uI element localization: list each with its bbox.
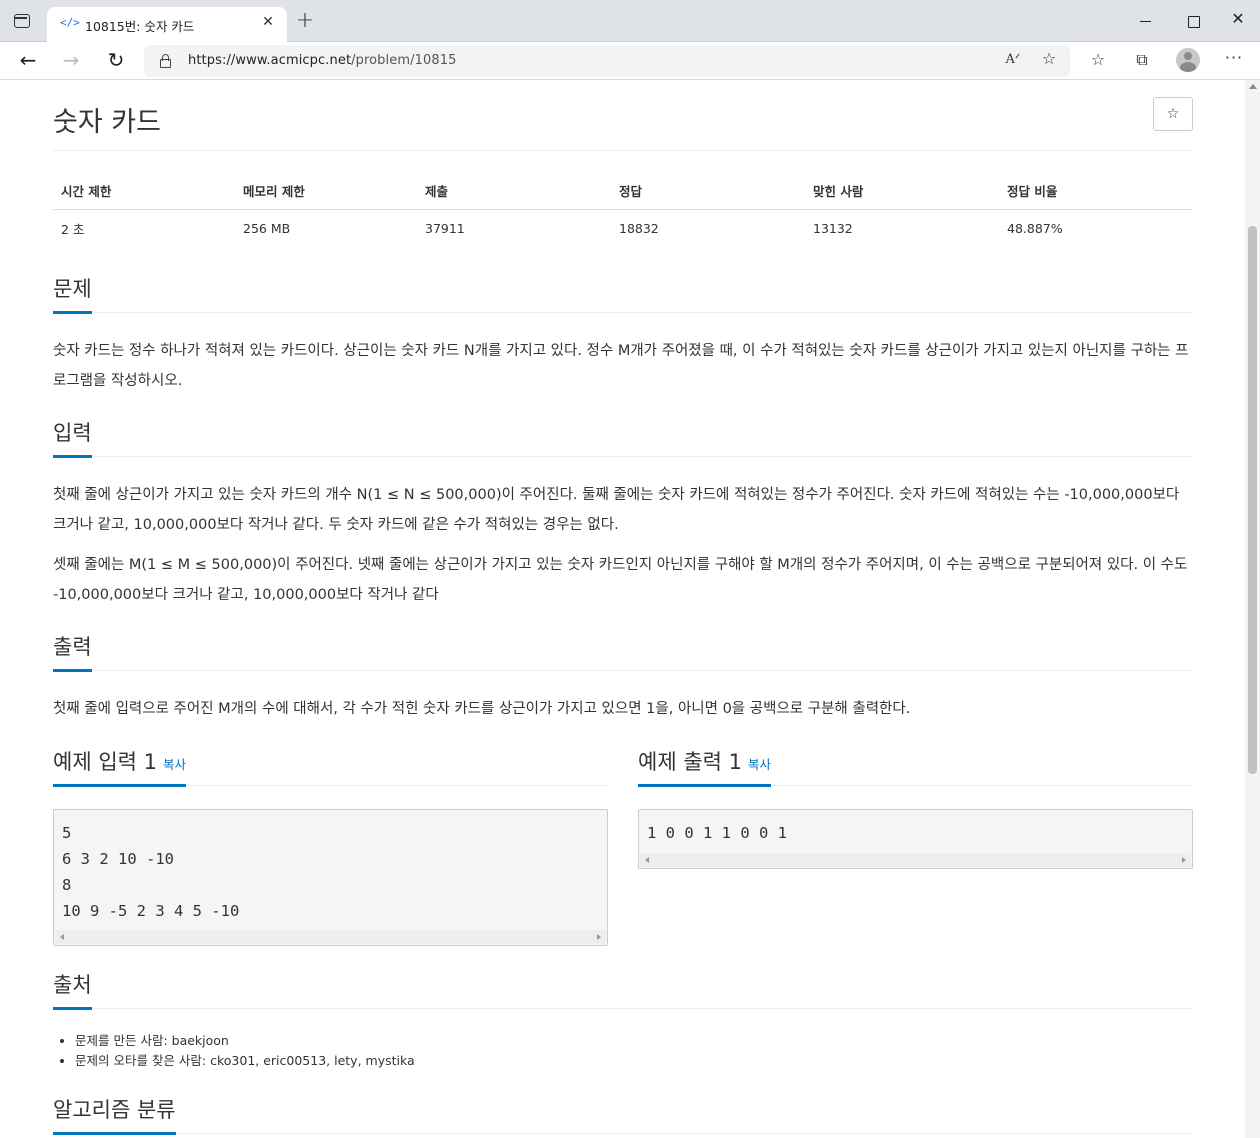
forward-arrow-icon[interactable]: →: [58, 48, 84, 74]
copy-sample-output-link[interactable]: 복사: [748, 757, 771, 772]
description-text: 숫자 카드는 정수 하나가 적혀져 있는 카드이다. 상근이는 숫자 카드 N개…: [53, 343, 1189, 389]
source-list: 문제를 만든 사람: baekjoon 문제의 오타를 찾은 사람: cko30…: [75, 1031, 415, 1071]
back-arrow-icon[interactable]: ←: [15, 48, 41, 74]
title-divider: [53, 150, 1193, 151]
star-add-icon[interactable]: ☆: [1038, 49, 1060, 68]
algorithm-heading[interactable]: 알고리즘 분류: [53, 1094, 1193, 1135]
sample-input-title-text: 예제 입력 1: [53, 750, 157, 774]
url-host: https://www.acmicpc.net: [188, 53, 352, 68]
tab-active[interactable]: </> 10815번: 숫자 카드 ✕: [47, 7, 287, 42]
tab-title: 10815번: 숫자 카드: [85, 19, 195, 34]
sample-input-data[interactable]: 5 6 3 2 10 -10 8 10 9 -5 2 3 4 5 -10: [54, 810, 607, 924]
copy-sample-input-link[interactable]: 복사: [163, 757, 186, 772]
page-scrollbar[interactable]: [1245, 80, 1260, 1138]
info-header-time: 시간 제한: [53, 176, 235, 210]
input-text-1: 첫째 줄에 상근이가 가지고 있는 숫자 카드의 개수 N(1 ≤ N ≤ 50…: [53, 487, 1180, 533]
sample-output-title-text: 예제 출력 1: [638, 750, 742, 774]
sample-output-title: 예제 출력 1 복사: [638, 746, 772, 787]
info-header-memory: 메모리 제한: [235, 176, 417, 210]
input-title: 입력: [53, 417, 92, 458]
source-title: 출처: [53, 969, 92, 1010]
scroll-left-arrow-icon[interactable]: [645, 857, 649, 863]
reload-icon[interactable]: ↻: [103, 48, 129, 74]
sample-output-hscroll[interactable]: [640, 853, 1191, 867]
lock-icon[interactable]: [159, 54, 171, 68]
output-heading: 출력: [53, 631, 1193, 672]
input-text-2: 셋째 줄에는 M(1 ≤ M ≤ 500,000)이 주어진다. 넷째 줄에는 …: [53, 557, 1188, 603]
scroll-thumb[interactable]: [1248, 226, 1257, 774]
info-value-submissions: 37911: [425, 221, 465, 236]
sample-output-data[interactable]: 1 0 0 1 1 0 0 1: [639, 810, 1192, 846]
description-heading: 문제: [53, 273, 1193, 314]
info-value-memory: 256 MB: [243, 221, 291, 236]
sample-output-box[interactable]: 1 0 0 1 1 0 0 1: [638, 809, 1193, 869]
window-close-button[interactable]: ✕: [1227, 9, 1249, 31]
info-value-ratio: 48.887%: [1007, 221, 1063, 236]
browser-toolbar: ← → ↻ https://www.acmicpc.net/problem/10…: [0, 42, 1260, 80]
profile-avatar[interactable]: [1176, 48, 1200, 72]
collections-icon[interactable]: ⧉: [1130, 50, 1154, 70]
info-value-time: 2 초: [61, 222, 85, 237]
sample-input-heading: 예제 입력 1 복사: [53, 746, 608, 787]
sample-output-heading: 예제 출력 1 복사: [638, 746, 1193, 787]
scroll-left-arrow-icon[interactable]: [60, 934, 64, 940]
info-value-accepted: 18832: [619, 221, 659, 236]
star-button[interactable]: ☆: [1153, 97, 1193, 131]
source-heading: 출처: [53, 969, 1193, 1010]
sample-input-box[interactable]: 5 6 3 2 10 -10 8 10 9 -5 2 3 4 5 -10: [53, 809, 608, 946]
info-header-submissions: 제출: [417, 176, 611, 210]
output-title: 출력: [53, 631, 92, 672]
browser-tab-bar: </> 10815번: 숫자 카드 ✕ + ✕: [0, 0, 1260, 42]
info-value-solvers: 13132: [813, 221, 853, 236]
sample-input-title: 예제 입력 1 복사: [53, 746, 187, 787]
list-item: 문제의 오타를 찾은 사람: cko301, eric00513, lety, …: [75, 1051, 415, 1071]
problem-info-table: 시간 제한 메모리 제한 제출 정답 맞힌 사람 정답 비율 2 초 256 M…: [53, 176, 1193, 247]
favorites-icon[interactable]: ☆: [1086, 50, 1110, 69]
new-tab-button[interactable]: +: [294, 10, 316, 32]
tab-actions-icon[interactable]: [14, 14, 30, 28]
output-text: 첫째 줄에 입력으로 주어진 M개의 수에 대해서, 각 수가 적힌 숫자 카드…: [53, 701, 911, 717]
scroll-up-arrow-icon[interactable]: [1249, 84, 1257, 89]
url-path: /problem/10815: [351, 53, 457, 68]
algorithm-title[interactable]: 알고리즘 분류: [53, 1094, 176, 1135]
close-icon[interactable]: ✕: [259, 14, 277, 30]
scroll-right-arrow-icon[interactable]: [597, 934, 601, 940]
more-icon[interactable]: ···: [1222, 48, 1246, 67]
description-title: 문제: [53, 273, 92, 314]
info-header-accepted: 정답: [611, 176, 805, 210]
page-title: 숫자 카드: [53, 107, 161, 138]
minimize-button[interactable]: [1135, 10, 1157, 32]
sample-input-hscroll[interactable]: [55, 930, 606, 944]
address-bar[interactable]: https://www.acmicpc.net/problem/10815 Aᐟ…: [144, 45, 1070, 77]
read-aloud-icon[interactable]: Aᐟ: [1002, 52, 1024, 67]
info-header-solvers: 맞힌 사람: [805, 176, 999, 210]
list-item: 문제를 만든 사람: baekjoon: [75, 1031, 415, 1051]
table-row: 2 초 256 MB 37911 18832 13132 48.887%: [53, 210, 1193, 248]
input-heading: 입력: [53, 417, 1193, 458]
info-header-ratio: 정답 비율: [999, 176, 1193, 210]
maximize-button[interactable]: [1182, 10, 1204, 32]
scroll-right-arrow-icon[interactable]: [1182, 857, 1186, 863]
code-favicon-icon: </>: [60, 16, 80, 29]
url-text[interactable]: https://www.acmicpc.net/problem/10815: [188, 53, 456, 68]
